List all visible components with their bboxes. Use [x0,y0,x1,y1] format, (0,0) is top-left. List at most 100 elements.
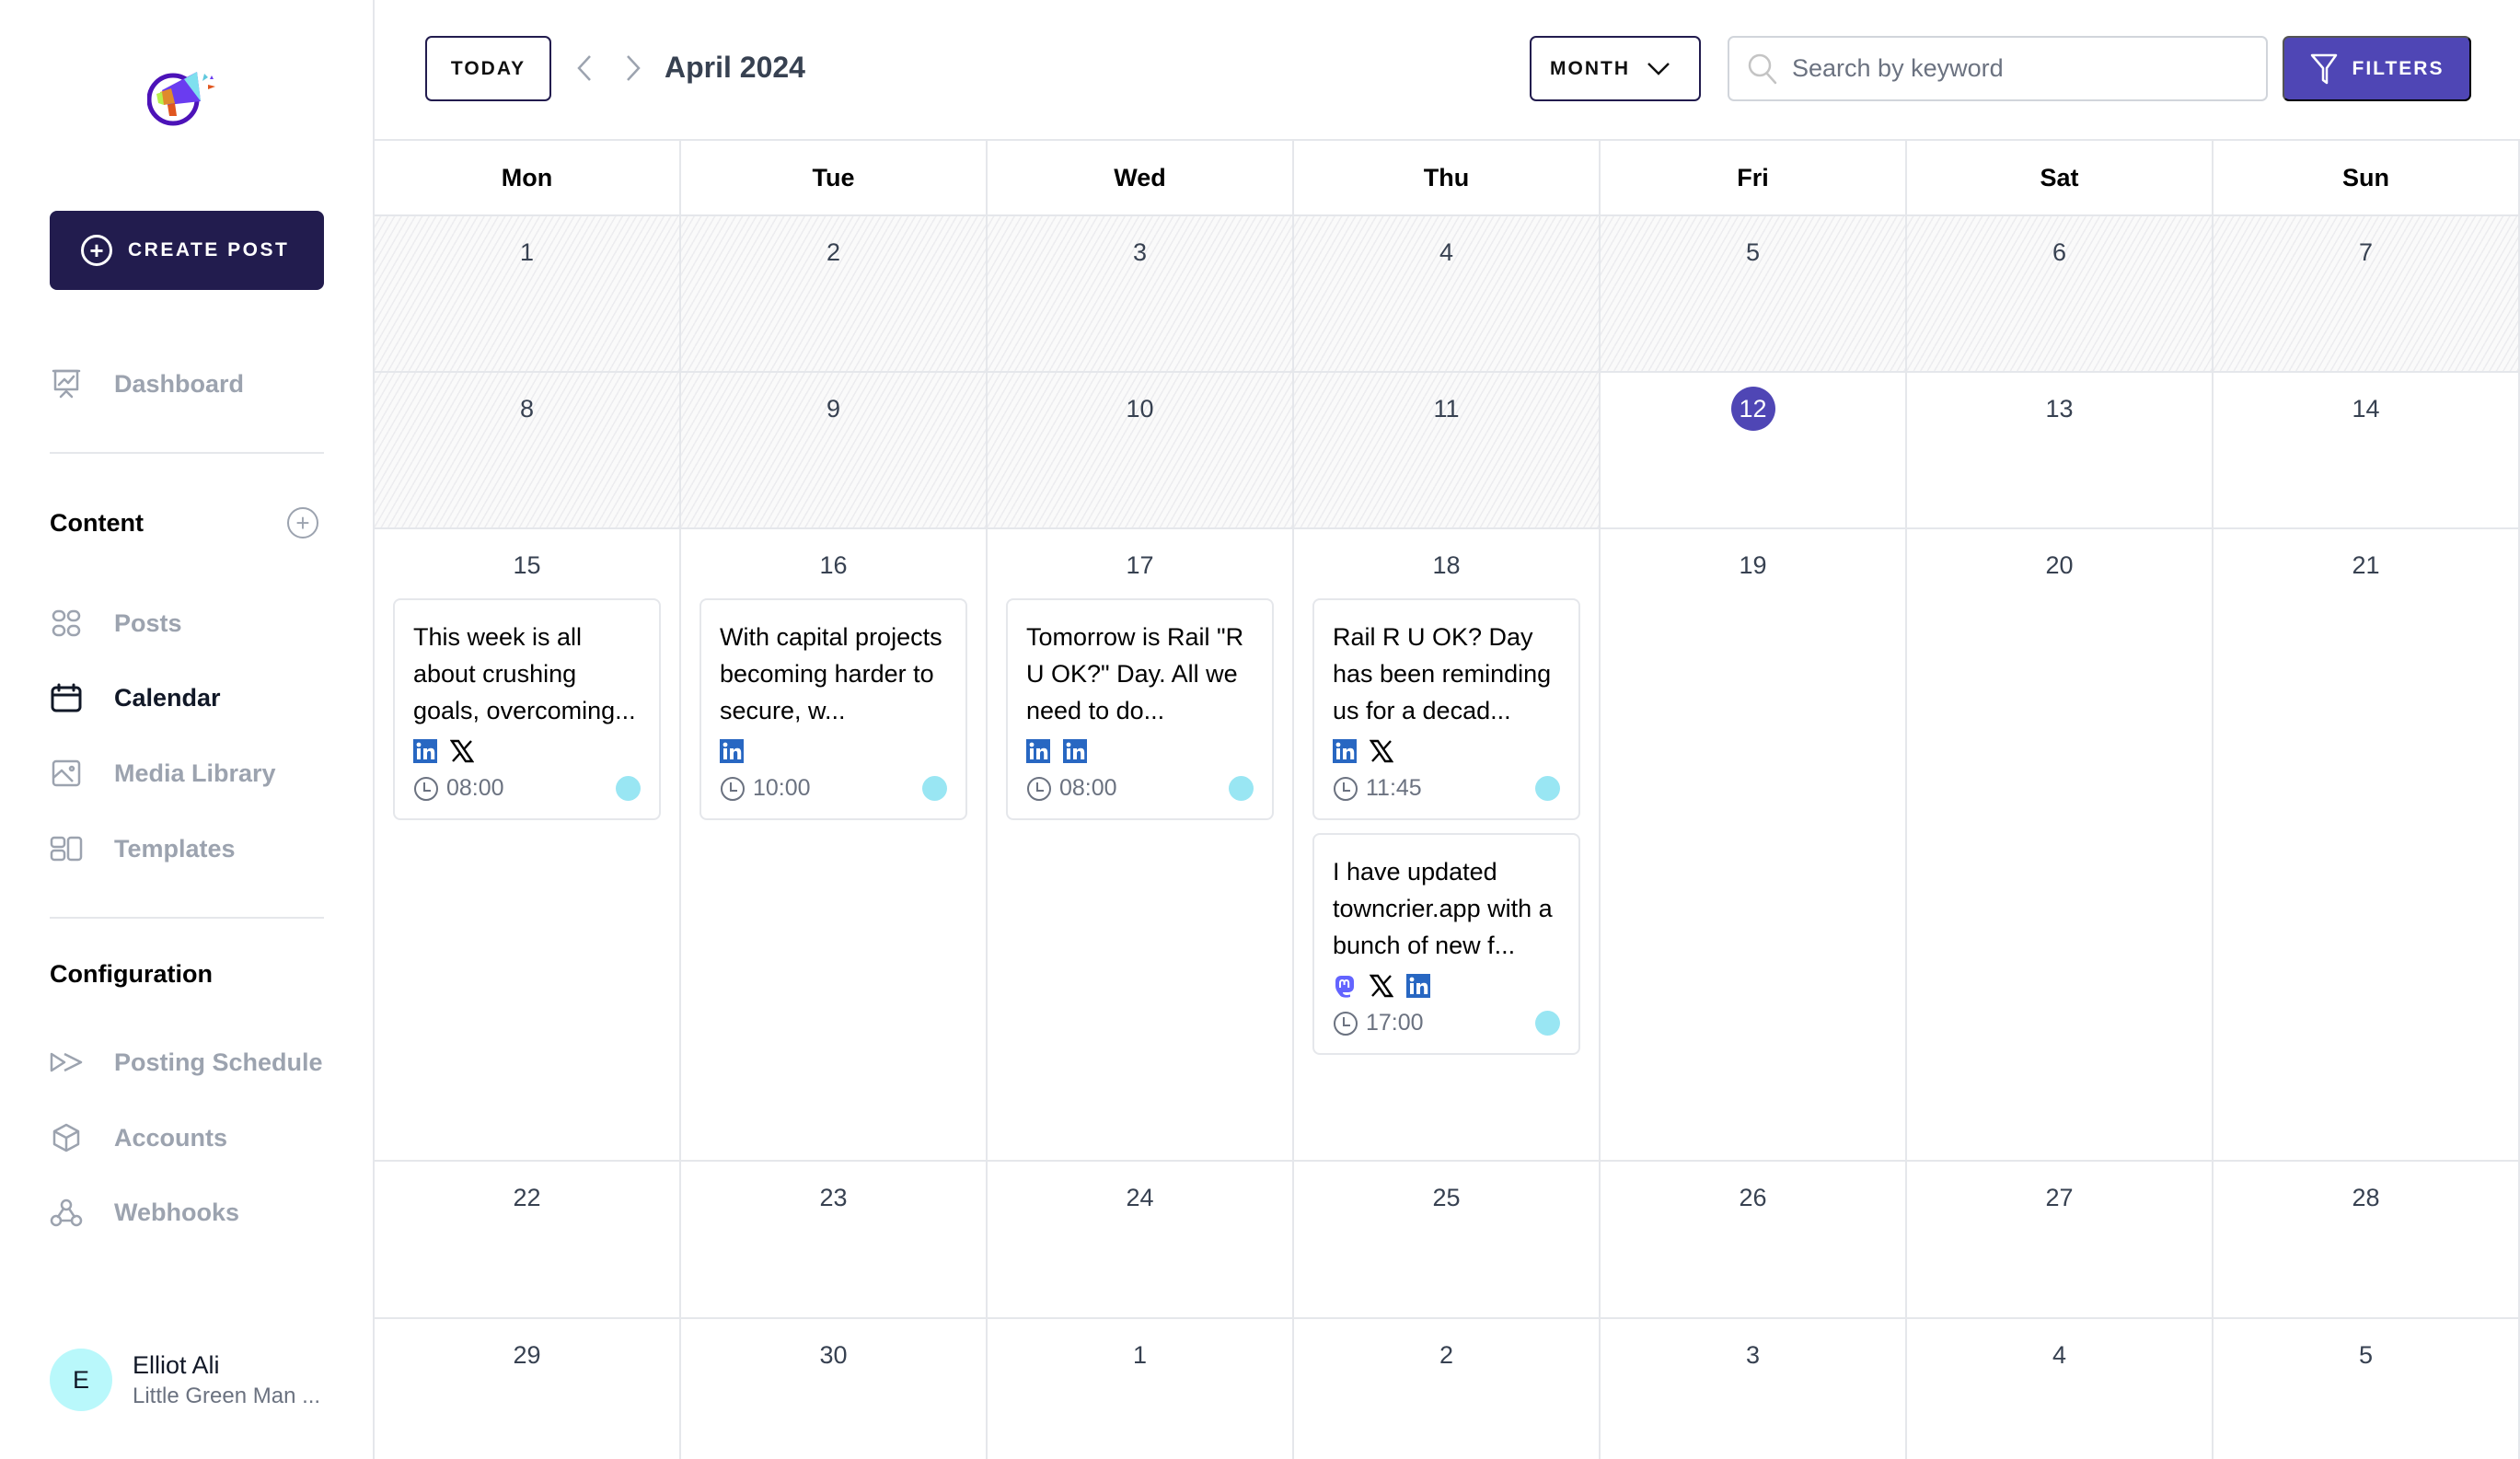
calendar-day-cell[interactable]: 19 [1601,529,1907,1160]
calendar-day-cell[interactable]: 14 [2214,373,2520,527]
sidebar-item-webhooks[interactable]: Webhooks [50,1189,239,1235]
post-networks [1333,971,1560,1001]
add-content-button[interactable]: + [287,507,318,538]
calendar-day-cell[interactable]: 23 [681,1162,988,1317]
calendar-day-cell[interactable]: 2 [681,216,988,371]
create-post-button[interactable]: + CREATE POST [50,211,324,290]
calendar-day-cell[interactable]: 5 [1601,216,1907,371]
day-number: 2 [1294,1341,1599,1370]
calendar-day-cell[interactable]: 4 [1294,216,1601,371]
sidebar-item-media-library[interactable]: Media Library [50,750,276,796]
calendar-icon [50,681,83,714]
weekday-header: Fri [1601,141,1907,214]
post-time: 11:45 [1333,775,1422,802]
day-number: 26 [1601,1184,1905,1212]
sidebar-item-templates[interactable]: Templates [50,826,236,872]
calendar-day-cell[interactable]: 3 [1601,1319,1907,1459]
calendar-day-cell[interactable]: 9 [681,373,988,527]
calendar-day-cell[interactable]: 22 [375,1162,681,1317]
calendar-day-cell[interactable]: 18 Rail R U OK? Day has been reminding us… [1294,529,1601,1160]
day-number-text: 7 [2358,238,2374,266]
calendar-day-cell[interactable]: 16 With capital projects becoming harder … [681,529,988,1160]
search-input[interactable] [1792,54,2234,83]
day-number: 29 [375,1341,679,1370]
calendar-day-cell[interactable]: 26 [1601,1162,1907,1317]
post-card[interactable]: Tomorrow is Rail "R U OK?" Day. All we n… [1006,598,1274,820]
previous-month-button[interactable] [568,52,601,85]
day-number: 15 [375,551,679,580]
day-number-text: 3 [1132,238,1148,266]
chevron-down-icon [1647,62,1670,75]
sidebar-item-posts[interactable]: Posts [50,600,182,646]
calendar-day-cell[interactable]: 2 [1294,1319,1601,1459]
sidebar-item-calendar[interactable]: Calendar [50,675,221,721]
current-month-title: April 2024 [665,51,805,84]
calendar-day-cell[interactable]: 29 [375,1319,681,1459]
day-number-text: 4 [1439,238,1454,266]
day-number-text: 9 [826,395,841,423]
post-status-dot [1535,1011,1560,1036]
day-number-text: 25 [1432,1184,1461,1211]
configuration-heading: Configuration [50,960,213,988]
post-time: 08:00 [413,775,504,802]
day-number: 1 [988,1341,1292,1370]
clock-icon [1334,776,1358,801]
calendar-day-cell[interactable]: 21 [2214,529,2520,1160]
weekday-header: Tue [681,141,988,214]
day-number: 27 [1907,1184,2212,1212]
filters-button[interactable]: FILTERS [2283,36,2471,101]
day-number-text: 4 [2052,1341,2067,1369]
day-number: 24 [988,1184,1292,1212]
day-number-text: 13 [2045,395,2074,423]
calendar-day-cell[interactable]: 11 [1294,373,1601,527]
user-profile[interactable]: E Elliot Ali Little Green Man ... [50,1349,320,1411]
app-logo[interactable] [146,64,223,129]
calendar-day-cell[interactable]: 1 [375,216,681,371]
calendar-day-cell[interactable]: 25 [1294,1162,1601,1317]
calendar-day-cell-today[interactable]: 12 [1601,373,1907,527]
calendar-day-cell[interactable]: 1 [988,1319,1294,1459]
calendar-day-cell[interactable]: 6 [1907,216,2214,371]
view-mode-dropdown[interactable]: MONTH [1530,36,1701,101]
post-card-footer: 08:00 [413,775,641,802]
calendar-day-cell[interactable]: 30 [681,1319,988,1459]
post-time: 17:00 [1333,1010,1424,1036]
calendar-day-cell[interactable]: 28 [2214,1162,2520,1317]
day-number: 28 [2214,1184,2518,1212]
post-card[interactable]: Rail R U OK? Day has been reminding us f… [1312,598,1580,820]
day-number: 3 [988,238,1292,267]
next-month-button[interactable] [617,52,650,85]
linkedin-icon [1063,739,1087,763]
search-box[interactable] [1728,36,2268,101]
sidebar-item-posting-schedule[interactable]: Posting Schedule [50,1039,323,1085]
post-card[interactable]: With capital projects becoming harder to… [699,598,967,820]
calendar-day-cell[interactable]: 13 [1907,373,2214,527]
linkedin-icon [1333,739,1357,763]
post-time-value: 10:00 [753,775,811,801]
day-number: 14 [2214,395,2518,423]
calendar-day-cell[interactable]: 4 [1907,1319,2214,1459]
sidebar-item-label: Media Library [114,758,276,787]
calendar-day-cell[interactable]: 7 [2214,216,2520,371]
sidebar-item-dashboard[interactable]: Dashboard [50,361,244,407]
calendar-day-cell[interactable]: 20 [1907,529,2214,1160]
calendar-day-cell[interactable]: 8 [375,373,681,527]
calendar-day-cell[interactable]: 10 [988,373,1294,527]
calendar-toolbar: TODAY April 2024 MONTH FILTERS [375,0,2520,141]
post-card[interactable]: This week is all about crushing goals, o… [393,598,661,820]
mastodon-icon [1333,974,1357,998]
calendar-day-cell[interactable]: 5 [2214,1319,2520,1459]
calendar-day-cell[interactable]: 3 [988,216,1294,371]
calendar-day-cell[interactable]: 17 Tomorrow is Rail "R U OK?" Day. All we… [988,529,1294,1160]
sidebar-item-accounts[interactable]: Accounts [50,1115,227,1161]
calendar-day-cell[interactable]: 27 [1907,1162,2214,1317]
calendar-day-cell[interactable]: 15 This week is all about crushing goals,… [375,529,681,1160]
calendar-day-cell[interactable]: 24 [988,1162,1294,1317]
calendar-week-row: 29 30 1 2 3 4 5 [375,1319,2520,1459]
day-number-text: 16 [819,551,848,579]
post-time: 08:00 [1026,775,1117,802]
filters-label: FILTERS [2352,57,2445,79]
weekday-header: Thu [1294,141,1601,214]
today-button[interactable]: TODAY [425,36,551,101]
post-card[interactable]: I have updated towncrier.app with a bunc… [1312,833,1580,1055]
